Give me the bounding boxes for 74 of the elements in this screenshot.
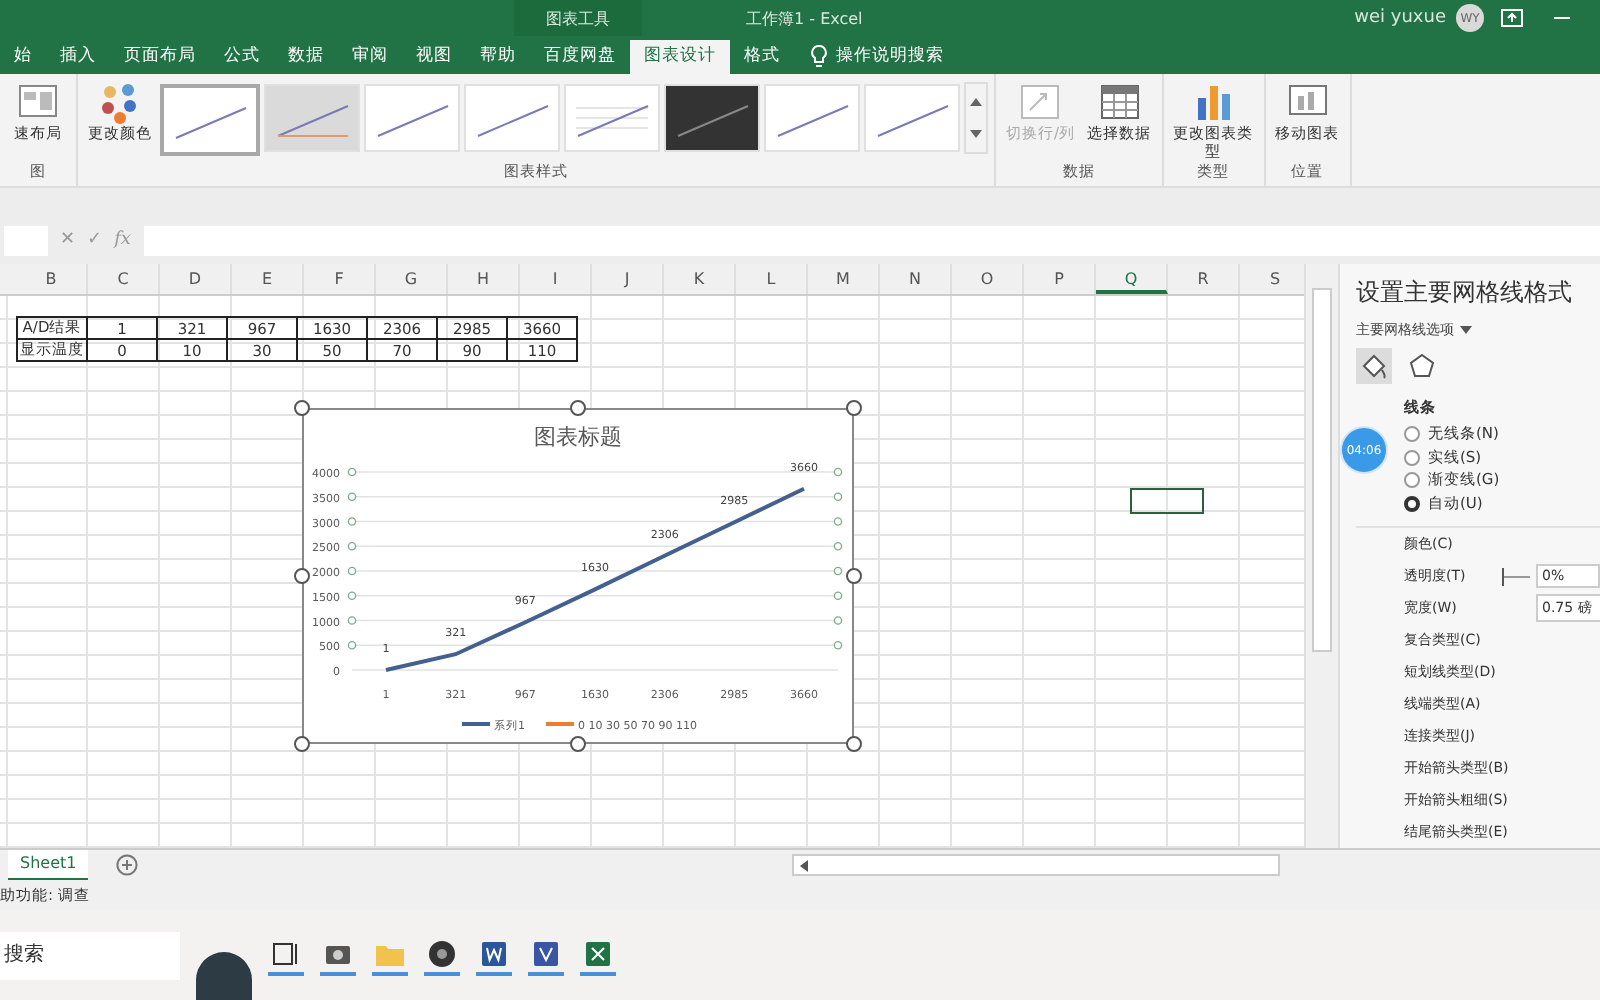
column-header[interactable]: N (880, 264, 952, 294)
gridline-handle[interactable] (347, 591, 357, 601)
ribbon-display-icon[interactable] (1500, 8, 1524, 28)
gridline-handle[interactable] (833, 616, 843, 625)
resize-handle[interactable] (294, 568, 310, 584)
gridline-handle[interactable] (347, 541, 357, 551)
column-header[interactable]: B (16, 264, 88, 294)
resize-handle[interactable] (294, 400, 310, 416)
column-header[interactable]: O (952, 264, 1024, 294)
resize-handle[interactable] (570, 736, 586, 752)
gridline-handle[interactable] (347, 616, 357, 625)
ribbon-tab[interactable]: 百度网盘 (530, 40, 630, 74)
gridline-handle[interactable] (347, 467, 357, 477)
taskbar-search-field[interactable]: 搜索 (0, 931, 180, 979)
column-header[interactable]: M (808, 264, 880, 294)
contextual-tab-title: 图表工具 (514, 0, 642, 36)
gridline-handle[interactable] (833, 492, 843, 502)
chart-title: 图表标题 (534, 424, 622, 450)
column-header[interactable]: F (304, 264, 376, 294)
column-header[interactable]: E (232, 264, 304, 294)
vertical-scrollbar[interactable] (1304, 264, 1338, 848)
resize-handle[interactable] (846, 568, 862, 584)
gridline-handle[interactable] (833, 591, 843, 601)
ribbon-tab[interactable]: 公式 (210, 40, 274, 74)
column-header[interactable]: J (592, 264, 664, 294)
column-header[interactable]: L (736, 264, 808, 294)
ribbon-tab[interactable]: 始 (0, 40, 46, 74)
gridline-handle[interactable] (833, 541, 843, 551)
pane-title: 设置主要网格线格式 (1356, 276, 1574, 310)
fill-line-tab[interactable] (1356, 348, 1392, 384)
ribbon-tab[interactable]: 数据 (274, 40, 338, 74)
column-header[interactable]: C (88, 264, 160, 294)
color-dots-icon (98, 80, 142, 124)
caret-icon[interactable] (1460, 326, 1472, 334)
gridline-handle[interactable] (833, 467, 843, 477)
column-header[interactable]: P (1024, 264, 1096, 294)
resize-handle[interactable] (294, 736, 310, 752)
ribbon-tab[interactable]: 格式 (730, 40, 794, 74)
ribbon-tab[interactable]: 审阅 (338, 40, 402, 74)
column-header[interactable]: I (520, 264, 592, 294)
chart-style-thumbnail[interactable] (160, 84, 260, 156)
column-header[interactable]: D (160, 264, 232, 294)
gridline-handle[interactable] (347, 492, 357, 502)
sheet-tab[interactable]: Sheet1 (8, 849, 89, 881)
gridline-handle[interactable] (833, 517, 843, 526)
lightbulb-icon (810, 44, 828, 68)
swap-icon (1018, 80, 1063, 124)
table-icon (1097, 80, 1142, 124)
ribbon-tab[interactable]: 帮助 (466, 40, 530, 74)
ribbon-tab[interactable]: 视图 (402, 40, 466, 74)
ribbon-tab[interactable]: 页面布局 (110, 40, 210, 74)
resize-handle[interactable] (846, 400, 862, 416)
ribbon-tab[interactable]: 插入 (46, 40, 110, 74)
window-title: 工作簿1 - Excel (746, 7, 863, 29)
ribbon-tab[interactable]: 图表设计 (630, 40, 730, 74)
column-header[interactable]: R (1168, 264, 1240, 294)
horizontal-scrollbar[interactable] (792, 854, 1280, 876)
tell-me-search[interactable]: 操作说明搜索 (836, 40, 944, 74)
user-name: wei yuxue (1354, 8, 1446, 28)
add-sheet-icon[interactable] (116, 854, 139, 876)
column-header[interactable]: G (376, 264, 448, 294)
gridline-handle[interactable] (833, 640, 843, 650)
gallery-scroll-buttons[interactable] (964, 82, 988, 154)
resize-handle[interactable] (846, 736, 862, 752)
column-header[interactable]: H (448, 264, 520, 294)
column-header[interactable]: K (664, 264, 736, 294)
gridline-handle[interactable] (347, 517, 357, 526)
gridline-handle[interactable] (833, 566, 843, 576)
gridline-handle[interactable] (347, 566, 357, 576)
gridline-handle[interactable] (347, 640, 357, 650)
browser-icon[interactable] (424, 935, 460, 975)
resize-handle[interactable] (570, 400, 586, 416)
selected-cell[interactable] (1130, 488, 1204, 514)
scroll-left-icon[interactable] (798, 859, 810, 871)
